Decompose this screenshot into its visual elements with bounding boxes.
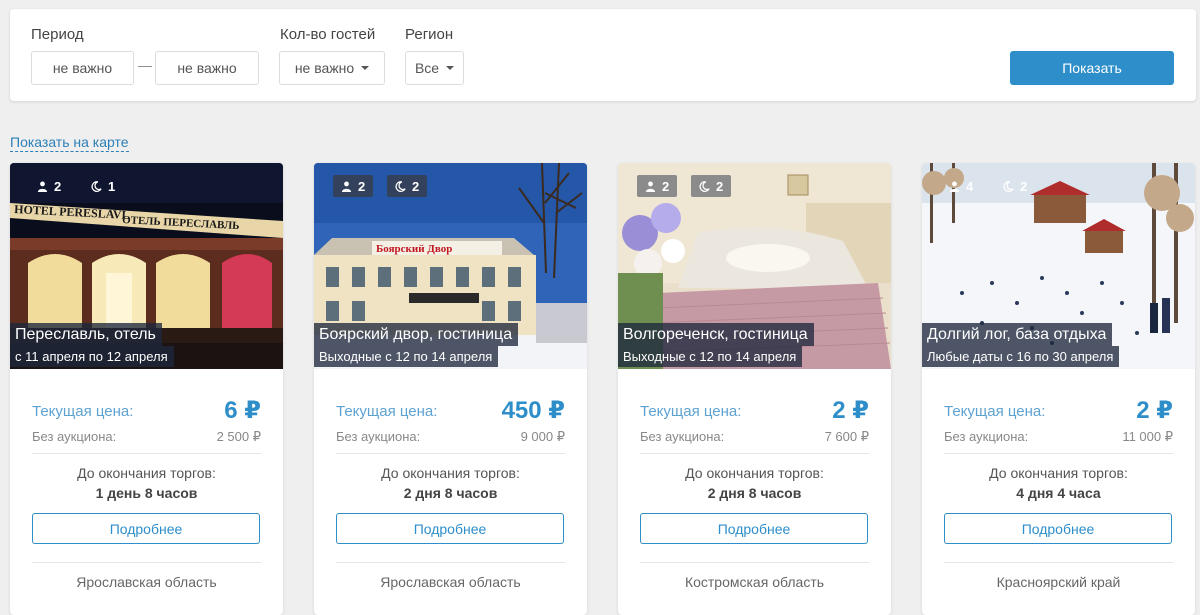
date-from-value: не важно <box>52 60 113 76</box>
divider <box>944 562 1173 563</box>
offer-region: Ярославская область <box>380 574 521 590</box>
offer-title: Переславль, отель <box>10 323 162 346</box>
auction-ends-value: 4 дня 4 часа <box>1016 485 1101 501</box>
current-price: 450 ₽ <box>501 397 565 424</box>
guests-badge: 2 <box>637 175 678 197</box>
offer-card: HOTEL PERESLAVL ОТЕЛЬ ПЕРЕСЛАВЛЬ 2 1 Пер… <box>10 163 283 615</box>
current-price: 2 ₽ <box>832 397 869 424</box>
region-value: Все <box>414 60 440 76</box>
auction-ends-label: До окончания торгов: <box>989 465 1128 481</box>
guests-badge: 4 <box>941 175 981 197</box>
divider <box>944 453 1173 454</box>
date-from-field[interactable]: не важно <box>31 51 134 85</box>
offer-card: Боярский Двор 2 2 Боярский двор, гостини… <box>314 163 587 615</box>
divider <box>336 453 565 454</box>
guests-select[interactable]: не важно <box>279 51 385 85</box>
guests-count: 2 <box>662 178 670 194</box>
offer-card: 2 2 Волгореченск, гостиница Выходные с 1… <box>618 163 891 615</box>
offer-title: Волгореченск, гостиница <box>618 323 814 346</box>
date-to-value: не важно <box>177 60 237 76</box>
guests-value: не важно <box>294 60 355 76</box>
no-auction-price: 11 000 ₽ <box>1122 429 1173 444</box>
auction-ends-value: 1 день 8 часов <box>95 485 198 501</box>
hotel-photo[interactable]: Боярский Двор 2 2 Боярский двор, гостини… <box>314 163 587 369</box>
current-price-label: Текущая цена: <box>336 403 438 420</box>
offer-card: 4 2 Долгий лог, база отдыха Любые даты с… <box>922 163 1195 615</box>
divider <box>640 562 869 563</box>
details-button[interactable]: Подробнее <box>336 513 564 544</box>
divider <box>336 562 565 563</box>
offer-region: Красноярский край <box>996 574 1121 590</box>
show-button[interactable]: Показать <box>1010 51 1174 85</box>
details-button[interactable]: Подробнее <box>944 513 1172 544</box>
no-auction-label: Без аукциона: <box>32 429 117 444</box>
offer-region: Костромская область <box>684 574 825 590</box>
nights-count: 1 <box>108 178 116 194</box>
show-on-map-link[interactable]: Показать на карте <box>10 134 129 152</box>
guests-count: 2 <box>54 178 62 194</box>
auction-ends-label: До окончания торгов: <box>685 465 824 481</box>
no-auction-label: Без аукциона: <box>944 429 1029 444</box>
hotel-sign-ru: Боярский Двор <box>376 243 452 255</box>
nights-badge: 2 <box>691 175 732 197</box>
person-icon <box>645 181 656 192</box>
offer-title: Долгий лог, база отдыха <box>922 323 1113 346</box>
guests-label: Кол-во гостей <box>280 26 376 43</box>
divider <box>640 453 869 454</box>
date-range-dash: — <box>138 57 152 73</box>
date-to-field[interactable]: не важно <box>155 51 259 85</box>
details-button[interactable]: Подробнее <box>32 513 260 544</box>
guests-badge: 2 <box>333 175 374 197</box>
nights-badge: 2 <box>387 175 428 197</box>
auction-ends-label: До окончания торгов: <box>381 465 520 481</box>
no-auction-price: 7 600 ₽ <box>824 429 869 444</box>
person-icon <box>949 181 960 192</box>
nights-badge: 2 <box>995 175 1035 197</box>
moon-icon <box>395 181 406 192</box>
auction-ends-label: До окончания торгов: <box>77 465 216 481</box>
no-auction-price: 2 500 ₽ <box>216 429 261 444</box>
current-price-label: Текущая цена: <box>32 403 134 420</box>
moon-icon <box>91 181 102 192</box>
chevron-down-icon <box>361 66 370 70</box>
no-auction-price: 9 000 ₽ <box>520 429 565 444</box>
moon-icon <box>699 181 710 192</box>
offer-dates: Выходные с 12 по 14 апреля <box>314 346 499 367</box>
nights-count: 2 <box>412 178 420 194</box>
person-icon <box>341 181 352 192</box>
nights-badge: 1 <box>83 175 123 197</box>
nights-count: 2 <box>1020 178 1028 194</box>
offer-title: Боярский двор, гостиница <box>314 323 519 346</box>
hotel-photo[interactable]: 2 2 Волгореченск, гостиница Выходные с 1… <box>618 163 891 369</box>
offer-dates: с 11 апреля по 12 апреля <box>10 346 174 367</box>
nights-count: 2 <box>716 178 724 194</box>
region-select[interactable]: Все <box>405 51 464 85</box>
current-price: 6 ₽ <box>224 397 261 424</box>
filter-panel: Период не важно — не важно Кол-во гостей… <box>10 9 1196 101</box>
no-auction-label: Без аукциона: <box>640 429 725 444</box>
current-price: 2 ₽ <box>1136 397 1173 424</box>
auction-ends-value: 2 дня 8 часов <box>403 485 498 501</box>
guests-count: 2 <box>358 178 366 194</box>
offer-region: Ярославская область <box>76 574 217 590</box>
hotel-photo[interactable]: 4 2 Долгий лог, база отдыха Любые даты с… <box>922 163 1195 369</box>
period-label: Период <box>31 26 84 43</box>
current-price-label: Текущая цена: <box>640 403 742 420</box>
chevron-down-icon <box>446 66 455 70</box>
details-button[interactable]: Подробнее <box>640 513 868 544</box>
region-label: Регион <box>405 26 454 43</box>
moon-icon <box>1003 181 1014 192</box>
divider <box>32 453 261 454</box>
divider <box>32 562 261 563</box>
current-price-label: Текущая цена: <box>944 403 1046 420</box>
guests-badge: 2 <box>29 175 69 197</box>
hotel-photo[interactable]: HOTEL PERESLAVL ОТЕЛЬ ПЕРЕСЛАВЛЬ 2 1 Пер… <box>10 163 283 369</box>
no-auction-label: Без аукциона: <box>336 429 421 444</box>
offer-dates: Выходные с 12 по 14 апреля <box>618 346 803 367</box>
offer-dates: Любые даты с 16 по 30 апреля <box>922 346 1120 367</box>
person-icon <box>37 181 48 192</box>
guests-count: 4 <box>966 178 974 194</box>
auction-ends-value: 2 дня 8 часов <box>707 485 802 501</box>
